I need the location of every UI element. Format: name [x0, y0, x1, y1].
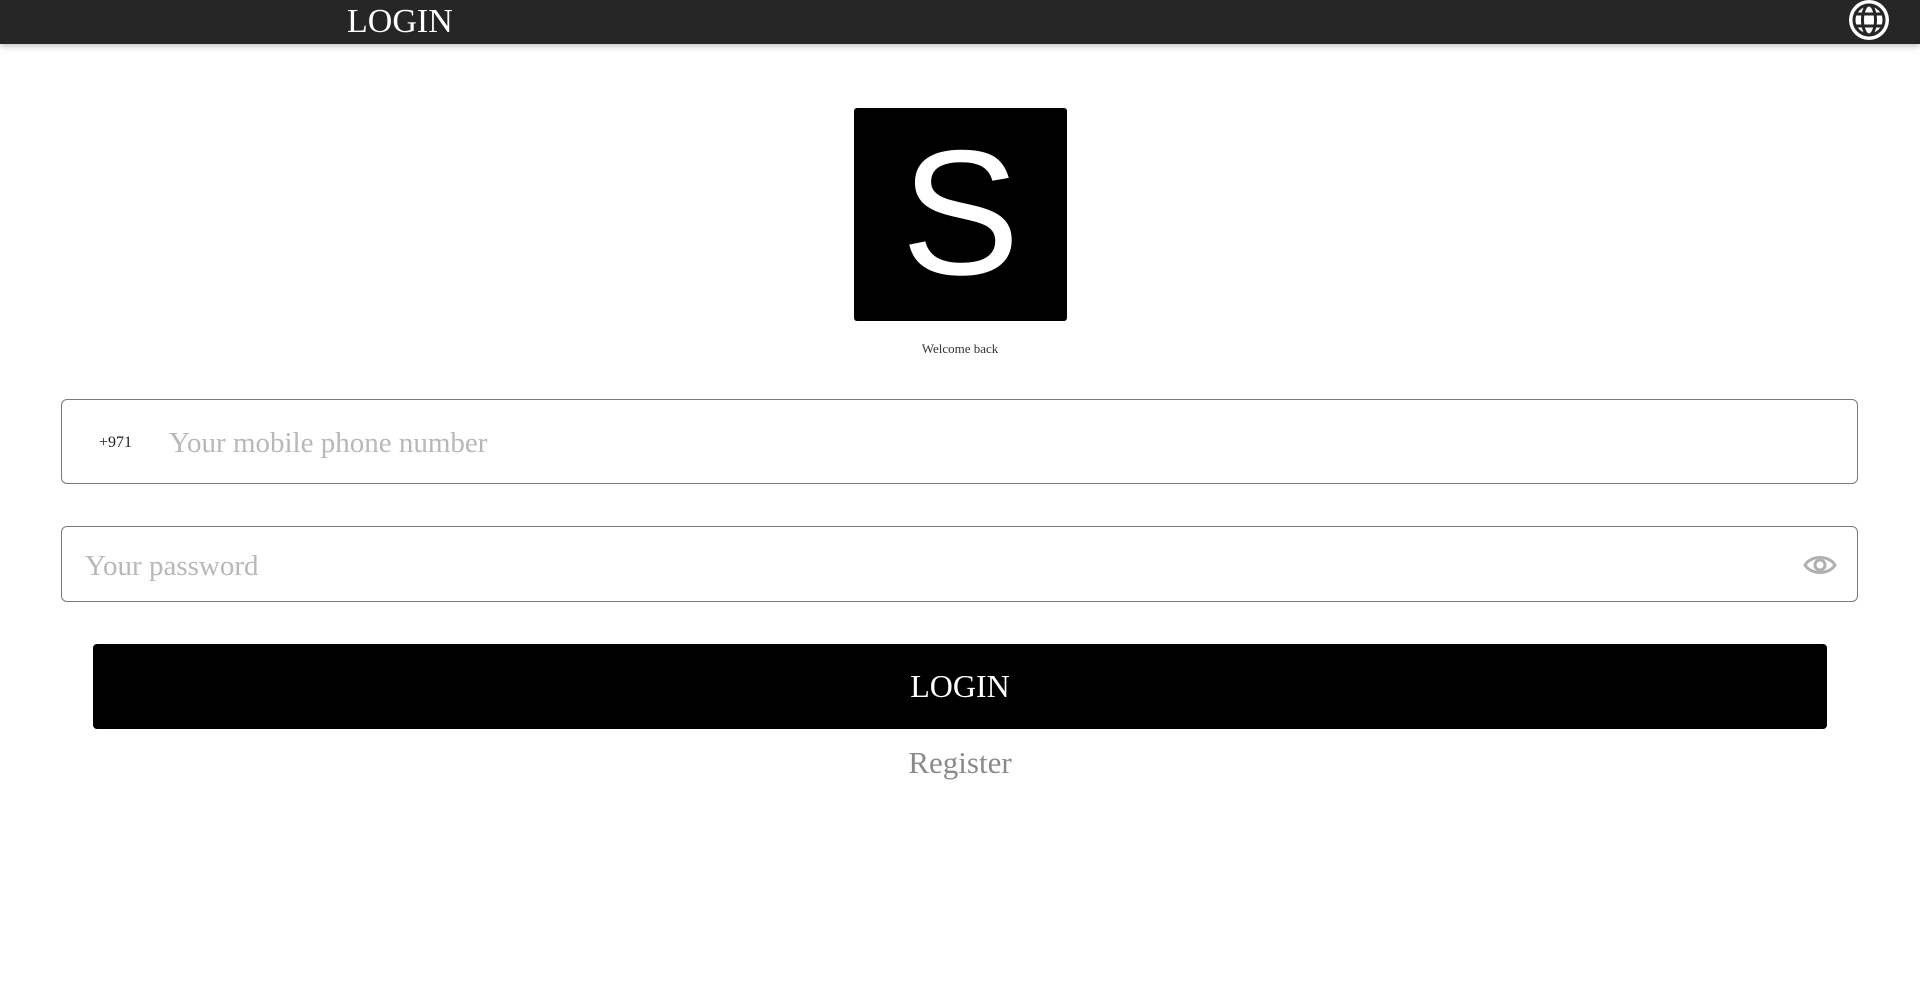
- country-code[interactable]: +971: [99, 400, 132, 485]
- password-input[interactable]: [83, 527, 1787, 605]
- phone-field[interactable]: +971: [61, 399, 1858, 487]
- page-title: LOGIN: [347, 3, 453, 40]
- phone-input[interactable]: [167, 400, 1821, 487]
- show-password-toggle[interactable]: [1803, 551, 1837, 579]
- register-row: Register: [0, 745, 1920, 781]
- top-app-bar: LOGIN: [0, 0, 1920, 44]
- language-button[interactable]: [1847, 0, 1891, 40]
- brand-logo-letter: S: [901, 112, 1020, 312]
- login-button[interactable]: LOGIN: [93, 644, 1827, 729]
- register-link[interactable]: Register: [908, 745, 1011, 780]
- globe-icon: [1849, 0, 1889, 40]
- welcome-text: Welcome back: [921, 341, 999, 356]
- eye-icon: [1803, 556, 1837, 574]
- password-field[interactable]: [61, 526, 1858, 605]
- brand-logo: S: [854, 108, 1067, 321]
